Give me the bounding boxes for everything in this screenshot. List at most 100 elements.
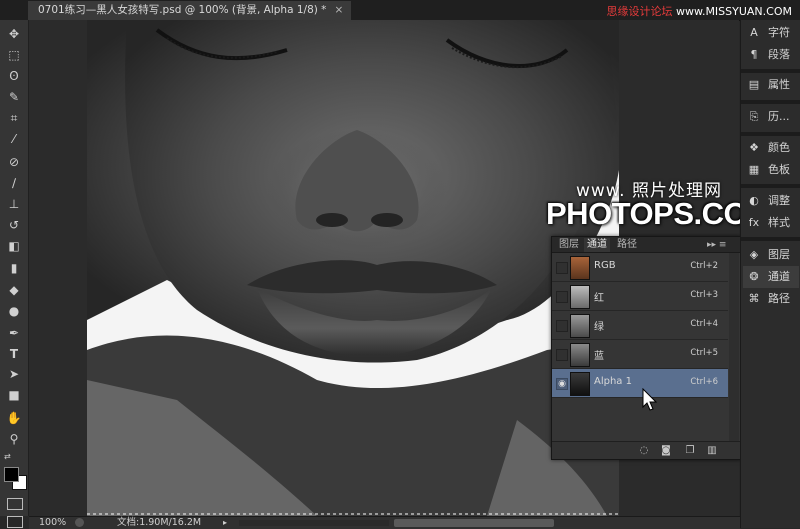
tab-paths[interactable]: 路径 xyxy=(614,238,640,252)
zoom-level[interactable]: 100% xyxy=(39,517,66,529)
dock-item-label: 历... xyxy=(768,110,790,123)
crop-icon[interactable]: ⌗ xyxy=(6,110,22,126)
gradient-icon[interactable]: ▮ xyxy=(6,260,22,276)
styles-icon: fx xyxy=(748,216,760,229)
channel-row-green[interactable]: 绿 Ctrl+4 xyxy=(552,311,728,340)
lasso-icon[interactable]: ʘ xyxy=(6,68,22,84)
dock-item-channels[interactable]: ❂ 通道 xyxy=(743,266,799,288)
healing-brush-icon[interactable]: ⊘ xyxy=(6,154,22,170)
dock-item-adjustments[interactable]: ◐ 调整 xyxy=(743,190,799,212)
pen-icon[interactable]: ✒ xyxy=(6,325,22,341)
channel-thumbnail xyxy=(570,343,590,367)
channel-shortcut: Ctrl+3 xyxy=(690,290,718,300)
dock-item-color[interactable]: ❖ 颜色 xyxy=(743,137,799,159)
history-icon: ⎘ xyxy=(749,110,759,123)
channel-row-alpha-1[interactable]: ◉ Alpha 1 Ctrl+6 xyxy=(552,369,728,398)
marquee-icon[interactable]: ⬚ xyxy=(6,47,22,63)
panel-footer: ◌ ◙ ❐ ▥ xyxy=(552,441,740,459)
channel-name: 蓝 xyxy=(594,351,604,362)
panel-tab-bar: 图层 通道 路径 ▸▸ ≡ xyxy=(552,237,740,253)
dock-item-label: 通道 xyxy=(768,270,790,283)
save-selection-icon[interactable]: ◙ xyxy=(660,445,672,456)
status-menu-arrow-icon[interactable]: ▸ xyxy=(223,517,227,529)
site-watermark: 思缘设计论坛 www.MISSYUAN.COM xyxy=(606,3,792,19)
channel-shortcut: Ctrl+5 xyxy=(690,348,718,358)
panel-menu-icon[interactable]: ▸▸ ≡ xyxy=(704,238,729,252)
dock-item-label: 字符 xyxy=(768,26,790,39)
dock-item-history[interactable]: ⎘ 历... xyxy=(743,106,799,128)
color-icon: ❖ xyxy=(749,141,759,154)
type-icon[interactable]: T xyxy=(6,346,22,362)
path-select-icon[interactable]: ➤ xyxy=(6,366,22,382)
dock-item-styles[interactable]: fx 样式 xyxy=(743,212,799,234)
shape-icon[interactable]: ■ xyxy=(6,387,22,403)
visibility-toggle[interactable] xyxy=(556,349,568,361)
history-brush-icon[interactable]: ↺ xyxy=(6,217,22,233)
dock-item-character[interactable]: A 字符 xyxy=(743,22,799,44)
document-size: 文档:1.90M/16.2M xyxy=(117,517,202,528)
dock-item-label: 路径 xyxy=(768,292,790,305)
dock-separator xyxy=(741,184,800,188)
paths-icon: ⌘ xyxy=(748,292,760,305)
eyedropper-icon[interactable]: ⁄ xyxy=(6,131,22,147)
channel-shortcut: Ctrl+4 xyxy=(690,319,718,329)
channel-thumbnail xyxy=(570,285,590,309)
horizontal-scrollbar-thumb[interactable] xyxy=(394,519,554,527)
dock-item-layers[interactable]: ◈ 图层 xyxy=(743,244,799,266)
load-selection-icon[interactable]: ◌ xyxy=(638,445,650,456)
delete-channel-icon[interactable]: ▥ xyxy=(706,445,718,456)
tab-channels[interactable]: 通道 xyxy=(584,238,610,252)
move-icon[interactable]: ✥ xyxy=(6,26,22,42)
eraser-icon[interactable]: ◧ xyxy=(6,238,22,254)
channel-name: 红 xyxy=(594,293,604,304)
layers-icon: ◈ xyxy=(749,248,759,261)
visibility-toggle[interactable] xyxy=(556,320,568,332)
channel-row-rgb[interactable]: RGB Ctrl+2 xyxy=(552,253,728,282)
dock-item-paths[interactable]: ⌘ 路径 xyxy=(743,288,799,310)
screen-mode-icon[interactable] xyxy=(7,516,23,528)
dock-item-paragraph[interactable]: ¶ 段落 xyxy=(743,44,799,66)
channel-name: RGB xyxy=(594,260,616,271)
dock-separator xyxy=(741,132,800,136)
blur-icon[interactable]: ◆ xyxy=(6,282,22,298)
dock-separator xyxy=(741,237,800,241)
eye-icon[interactable]: ◉ xyxy=(556,378,568,390)
status-info-icon[interactable] xyxy=(75,518,84,527)
brush-icon[interactable]: ∕ xyxy=(6,175,22,191)
foreground-color-swatch[interactable] xyxy=(4,467,19,482)
channel-row-red[interactable]: 红 Ctrl+3 xyxy=(552,282,728,311)
dodge-icon[interactable]: ● xyxy=(6,303,22,319)
channels-icon: ❂ xyxy=(749,270,759,283)
channel-shortcut: Ctrl+6 xyxy=(690,377,718,387)
dock-item-label: 调整 xyxy=(768,194,790,207)
new-channel-icon[interactable]: ❐ xyxy=(684,445,696,456)
watermark-line2: PHOTOPS.COM xyxy=(546,196,773,231)
dock-item-swatches[interactable]: ▦ 色板 xyxy=(743,159,799,181)
dock-item-label: 段落 xyxy=(768,48,790,61)
channel-name: Alpha 1 xyxy=(594,376,632,387)
dock-item-label: 属性 xyxy=(768,78,790,91)
zoom-icon[interactable]: ⚲ xyxy=(6,431,22,447)
character-icon: A xyxy=(750,26,758,39)
dock-item-properties[interactable]: ▤ 属性 xyxy=(743,74,799,96)
clone-stamp-icon[interactable]: ⊥ xyxy=(6,196,22,212)
dock-item-label: 颜色 xyxy=(768,141,790,154)
hand-icon[interactable]: ✋ xyxy=(6,410,22,426)
channel-row-blue[interactable]: 蓝 Ctrl+5 xyxy=(552,340,728,369)
horizontal-scrollbar-track[interactable] xyxy=(239,520,389,526)
swap-colors-icon[interactable]: ⇄ xyxy=(4,452,24,462)
document-tab[interactable]: 0701练习—黑人女孩特写.psd @ 100% (背景, Alpha 1/8)… xyxy=(28,1,352,20)
document-tab-bar: 0701练习—黑人女孩特写.psd @ 100% (背景, Alpha 1/8)… xyxy=(0,0,800,21)
visibility-toggle[interactable] xyxy=(556,262,568,274)
panel-scrollbar[interactable] xyxy=(729,253,739,443)
document-image[interactable] xyxy=(87,20,619,516)
quick-mask-icon[interactable] xyxy=(7,498,23,510)
quick-select-icon[interactable]: ✎ xyxy=(6,89,22,105)
channels-panel: 图层 通道 路径 ▸▸ ≡ RGB Ctrl+2 红 Ctrl+3 绿 Ctrl… xyxy=(551,236,741,460)
status-bar: 100% 文档:1.90M/16.2M ▸ xyxy=(29,516,740,529)
visibility-toggle[interactable] xyxy=(556,291,568,303)
tab-layers[interactable]: 图层 xyxy=(556,238,582,252)
adjustments-icon: ◐ xyxy=(749,194,759,207)
close-icon[interactable]: × xyxy=(334,4,343,16)
dock-item-label: 图层 xyxy=(768,248,790,261)
